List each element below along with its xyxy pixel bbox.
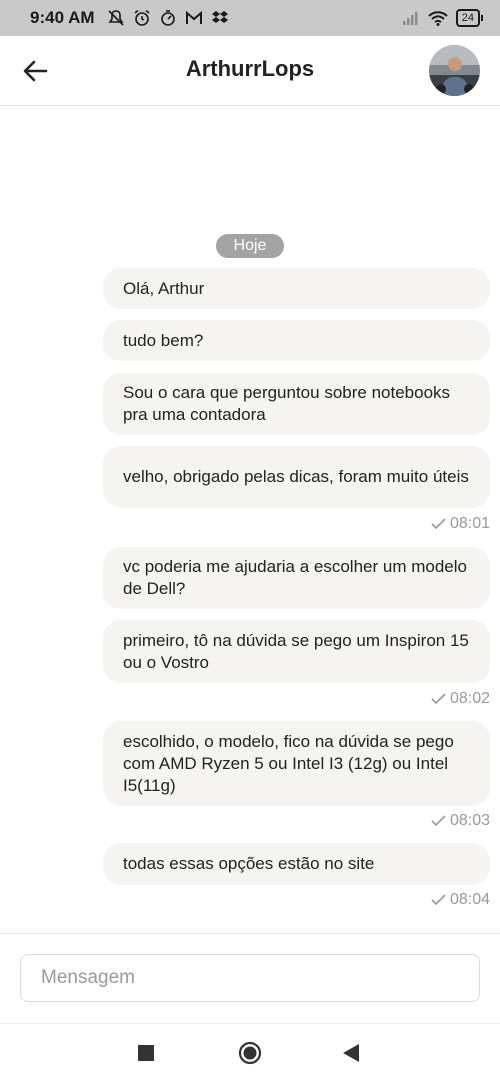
recents-square-icon[interactable] bbox=[138, 1045, 154, 1061]
check-icon bbox=[431, 894, 446, 906]
system-nav-bar bbox=[0, 1023, 500, 1084]
message-bubble[interactable]: Olá, Arthur bbox=[103, 268, 490, 309]
message-text: velho, obrigado pelas dicas, foram muito… bbox=[123, 467, 469, 486]
message-time: 08:01 bbox=[449, 515, 490, 532]
status-bar: 9:40 AM 24 bbox=[0, 0, 500, 36]
check-icon bbox=[431, 693, 446, 705]
message-bubble[interactable]: tudo bem? bbox=[103, 320, 490, 361]
message-bubble[interactable]: vc poderia me ajudaria a escolher um mod… bbox=[103, 547, 490, 609]
message-bubble[interactable]: escolhido, o modelo, fico na dúvida se p… bbox=[103, 721, 490, 806]
message-text: Olá, Arthur bbox=[123, 278, 205, 298]
message-text: primeiro, tô na dúvida se pego um Inspir… bbox=[123, 630, 469, 672]
notifications-off-icon bbox=[107, 10, 124, 26]
message-bubble[interactable]: todas essas opções estão no site bbox=[103, 843, 490, 885]
contact-name[interactable]: ArthurrLops bbox=[0, 56, 500, 82]
check-icon bbox=[431, 815, 446, 827]
check-icon bbox=[431, 518, 446, 530]
day-separator-badge: Hoje bbox=[216, 234, 284, 258]
message-time: 08:04 bbox=[449, 891, 490, 908]
contact-avatar[interactable] bbox=[429, 45, 480, 96]
message-bubble[interactable]: primeiro, tô na dúvida se pego um Inspir… bbox=[103, 620, 490, 683]
message-time: 08:02 bbox=[449, 690, 490, 707]
gmail-icon bbox=[185, 10, 202, 24]
message-meta: 08:03 bbox=[431, 812, 490, 830]
message-text: todas essas opções estão no site bbox=[123, 854, 375, 873]
home-circle-icon[interactable] bbox=[238, 1041, 262, 1065]
chat-header: ArthurrLops bbox=[0, 36, 500, 106]
message-bubble[interactable]: Sou o cara que perguntou sobre notebooks… bbox=[103, 373, 490, 435]
composer-divider bbox=[0, 933, 500, 934]
message-text: tudo bem? bbox=[123, 330, 204, 350]
message-meta: 08:04 bbox=[431, 891, 490, 909]
alarm-icon bbox=[134, 9, 150, 26]
message-input[interactable] bbox=[20, 954, 480, 1002]
message-meta: 08:01 bbox=[431, 515, 490, 533]
wifi-icon bbox=[428, 11, 448, 26]
timer-icon bbox=[160, 10, 175, 26]
back-triangle-icon[interactable] bbox=[343, 1044, 359, 1062]
message-time: 08:03 bbox=[449, 812, 490, 829]
message-text: escolhido, o modelo, fico na dúvida se p… bbox=[123, 731, 454, 795]
dropbox-icon bbox=[211, 11, 228, 23]
message-bubble[interactable]: velho, obrigado pelas dicas, foram muito… bbox=[103, 446, 490, 508]
status-time: 9:40 AM bbox=[30, 8, 95, 27]
message-text: vc poderia me ajudaria a escolher um mod… bbox=[123, 557, 467, 598]
message-text: Sou o cara que perguntou sobre notebooks… bbox=[123, 383, 451, 424]
signal-icon bbox=[402, 12, 418, 25]
battery-icon: 24 bbox=[455, 9, 484, 27]
message-meta: 08:02 bbox=[431, 690, 490, 708]
